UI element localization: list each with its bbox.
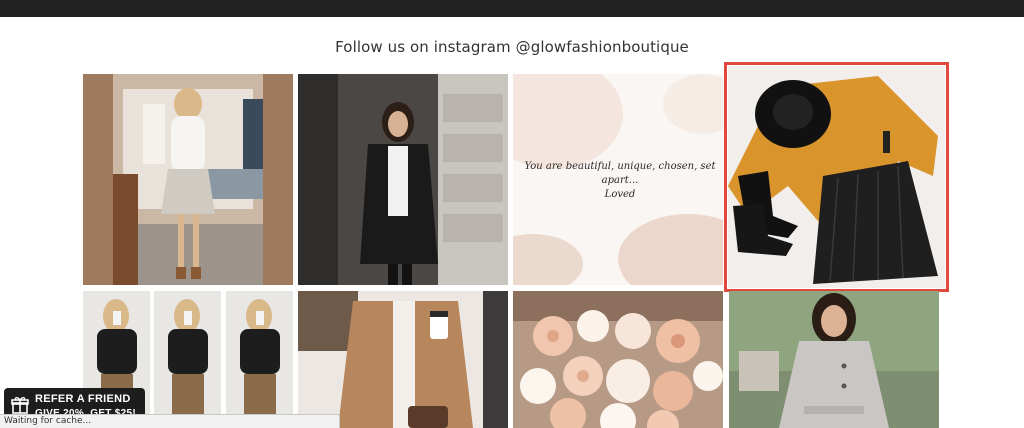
photo-black-puffer [298,74,508,285]
photo-flatlay [728,66,945,288]
quote-line-1: You are beautiful, unique, chosen, set a… [524,161,716,186]
photo-grey-coat [729,291,939,428]
browser-status-bar: Waiting for cache... [0,414,340,428]
instagram-post-flatlay-mustard-sweater[interactable] [728,66,945,288]
photo-bouquet [513,291,723,428]
refer-title: REFER A FRIEND [35,393,131,405]
instagram-post-grey-wrap-coat[interactable] [729,291,939,428]
instagram-follow-heading: Follow us on instagram @glowfashionbouti… [335,38,689,56]
top-navigation-bar [0,0,1024,17]
quote-text: You are beautiful, unique, chosen, set a… [520,160,720,202]
quote-line-2: Loved [604,189,636,200]
gift-icon [11,397,29,414]
photo-camel-coat [298,291,508,428]
instagram-post-black-puffer-jacket[interactable] [298,74,508,285]
instagram-post-white-sweater-mirror[interactable] [83,74,293,285]
instagram-post-peach-bouquet[interactable] [513,291,723,428]
photo-white-sweater [83,74,293,285]
instagram-post-camel-coat-coffee[interactable] [298,291,508,428]
